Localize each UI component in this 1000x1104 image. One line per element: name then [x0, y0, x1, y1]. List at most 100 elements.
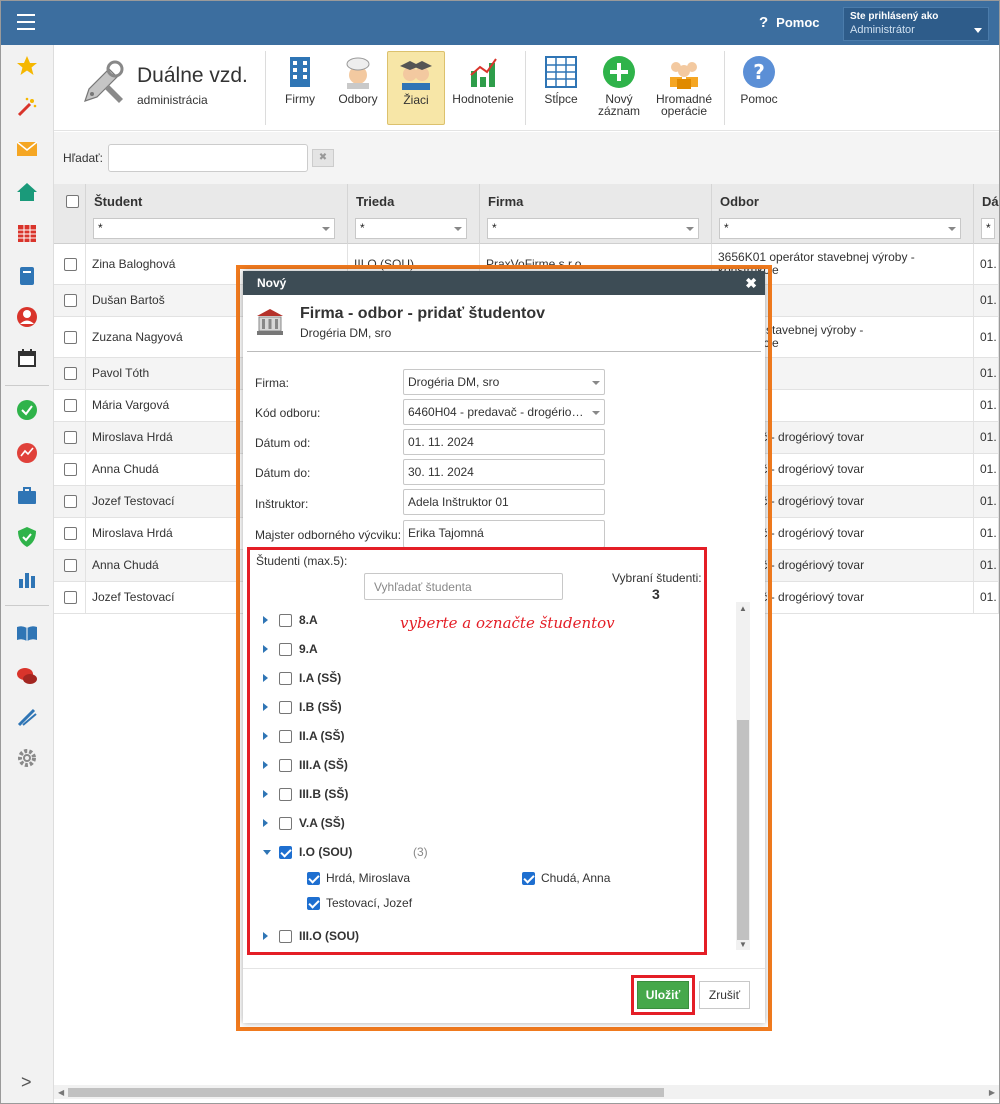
column-student[interactable]: Študent *	[86, 184, 348, 244]
kod-odboru-label: Kód odboru:	[255, 406, 321, 420]
row-checkbox[interactable]	[64, 431, 77, 444]
row-checkbox[interactable]	[64, 591, 77, 604]
close-icon[interactable]: ✖	[745, 275, 757, 292]
dialog-subtitle: Drogéria DM, sro	[300, 326, 392, 340]
trieda-filter[interactable]: *	[355, 218, 467, 239]
bar-chart-icon[interactable]	[16, 568, 38, 590]
student-filter[interactable]: *	[93, 218, 335, 239]
help-link[interactable]: ? Pomoc	[759, 14, 820, 31]
toolbar-pomoc-button[interactable]: ? Pomoc	[732, 51, 786, 125]
select-all-cell	[54, 184, 86, 244]
chevron-down-icon	[948, 227, 956, 231]
row-checkbox[interactable]	[64, 559, 77, 572]
odbor-filter[interactable]: *	[719, 218, 961, 239]
trend-circle-icon[interactable]	[16, 442, 38, 464]
check-circle-icon[interactable]	[16, 399, 38, 421]
search-input[interactable]	[108, 144, 308, 172]
da-cell: 01.	[974, 358, 999, 389]
da-cell: 01.	[974, 285, 999, 316]
row-checkbox[interactable]	[64, 495, 77, 508]
pen-wrench-logo-icon	[84, 60, 124, 103]
row-checkbox[interactable]	[64, 463, 77, 476]
chevron-down-icon	[322, 227, 330, 231]
da-cell: 01.	[974, 582, 999, 613]
user-icon[interactable]	[16, 306, 38, 328]
da-cell: 01.	[974, 317, 999, 357]
briefcase-icon[interactable]	[16, 485, 38, 507]
da-cell: 01.	[974, 518, 999, 549]
gear-icon[interactable]	[16, 747, 38, 769]
datum-do-label: Dátum do:	[255, 466, 311, 480]
magic-wand-icon[interactable]	[16, 96, 38, 118]
column-datum[interactable]: Dá *	[974, 184, 999, 244]
toolbar-stlpce-button[interactable]: Stĺpce	[533, 51, 589, 125]
select-all-checkbox[interactable]	[66, 195, 79, 208]
row-checkbox[interactable]	[64, 294, 77, 307]
sidebar-divider	[5, 605, 49, 606]
toolbar-novy-zaznam-button[interactable]: Nový záznam	[592, 51, 646, 125]
save-button[interactable]: Uložiť	[637, 981, 689, 1009]
book-icon[interactable]	[16, 265, 38, 287]
chevron-down-icon	[686, 227, 694, 231]
row-checkbox[interactable]	[64, 399, 77, 412]
majster-label: Majster odborného výcviku:	[255, 528, 402, 542]
da-cell: 01.	[974, 454, 999, 485]
da-cell: 01.	[974, 390, 999, 421]
home-icon[interactable]	[16, 181, 38, 203]
clear-search-button[interactable]: ✖	[312, 149, 334, 167]
tree-scrollbar[interactable]: ▲ ▼	[736, 602, 750, 950]
row-select-cell	[54, 422, 86, 453]
students-icon	[400, 61, 432, 90]
toolbar-ziaci-button[interactable]: Žiaci	[387, 51, 445, 125]
calendar-grid-icon[interactable]	[16, 222, 38, 244]
star-icon[interactable]	[16, 55, 38, 77]
toolbar-hodnotenie-button[interactable]: Hodnotenie	[450, 51, 516, 125]
horizontal-scrollbar[interactable]: ◀ ▶	[54, 1085, 999, 1099]
scroll-down-icon[interactable]: ▼	[739, 940, 747, 949]
horizontal-scroll-thumb[interactable]	[68, 1088, 664, 1097]
datum-filter[interactable]: *	[981, 218, 995, 239]
row-checkbox[interactable]	[64, 527, 77, 540]
row-select-cell	[54, 454, 86, 485]
column-trieda[interactable]: Trieda *	[348, 184, 480, 244]
row-select-cell	[54, 486, 86, 517]
expand-sidebar-icon[interactable]: >	[21, 1072, 32, 1093]
mail-icon[interactable]	[16, 138, 38, 160]
sidebar-divider	[5, 385, 49, 386]
instruktor-input[interactable]: Adela Inštruktor 01	[403, 489, 605, 515]
dialog-title: Firma - odbor - pridať študentov	[300, 305, 545, 322]
toolbar-divider	[265, 51, 266, 125]
top-bar: ? Pomoc Ste prihlásený ako Administrátor	[1, 1, 999, 45]
chat-icon[interactable]	[16, 665, 38, 687]
toolbar-odbory-button[interactable]: Odbory	[332, 51, 384, 125]
scroll-up-icon[interactable]: ▲	[739, 604, 747, 613]
firma-select[interactable]: Drogéria DM, sro	[403, 369, 605, 395]
da-cell: 01.	[974, 244, 999, 284]
firma-filter[interactable]: *	[487, 218, 699, 239]
kod-odboru-select[interactable]: 6460H04 - predavač - drogériový tovar	[403, 399, 605, 425]
user-menu[interactable]: Ste prihlásený ako Administrátor	[843, 7, 989, 41]
chevron-down-icon	[974, 28, 982, 33]
toolbar-firmy-button[interactable]: Firmy	[272, 51, 328, 125]
cancel-button[interactable]: Zrušiť	[699, 981, 750, 1009]
toolbar-hromadne-operacie-button[interactable]: Hromadné operácie	[649, 51, 719, 125]
row-checkbox[interactable]	[64, 330, 77, 344]
open-book-icon[interactable]	[16, 622, 38, 644]
row-checkbox[interactable]	[64, 367, 77, 380]
menu-icon[interactable]	[17, 14, 35, 30]
scroll-right-icon[interactable]: ▶	[989, 1088, 995, 1097]
scroll-left-icon[interactable]: ◀	[58, 1088, 64, 1097]
column-firma[interactable]: Firma *	[480, 184, 712, 244]
tree-scroll-thumb[interactable]	[737, 720, 749, 940]
majster-input[interactable]: Erika Tajomná	[403, 520, 605, 548]
group-icon	[670, 62, 698, 89]
pen-icon[interactable]	[16, 706, 38, 728]
datum-do-input[interactable]: 30. 11. 2024	[403, 459, 605, 485]
datum-od-input[interactable]: 01. 11. 2024	[403, 429, 605, 455]
column-odbor[interactable]: Odbor *	[712, 184, 974, 244]
row-select-cell	[54, 582, 86, 613]
calendar-icon[interactable]	[16, 347, 38, 369]
sidebar: >	[1, 45, 54, 1103]
row-checkbox[interactable]	[64, 257, 77, 271]
shield-icon[interactable]	[16, 526, 38, 548]
